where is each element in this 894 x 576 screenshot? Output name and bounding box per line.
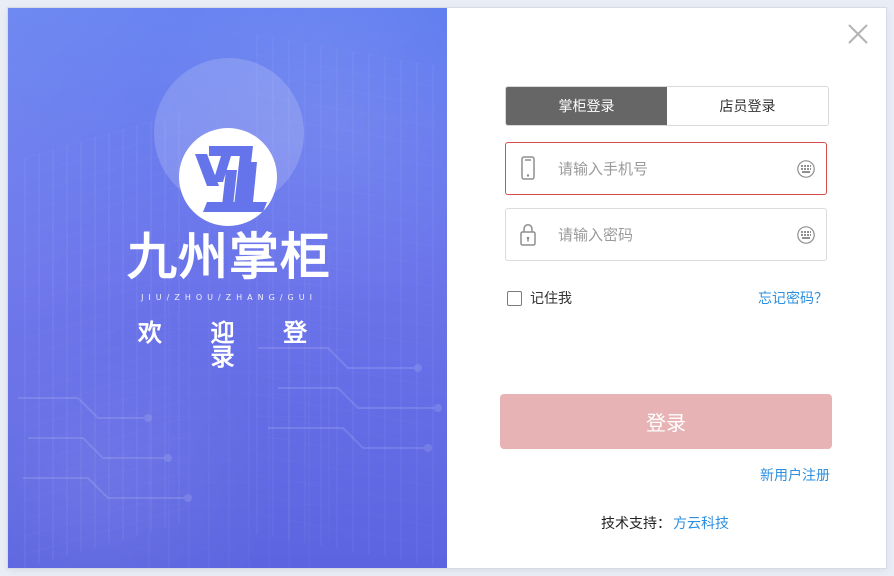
welcome-text: 欢 迎 登 录 bbox=[137, 320, 329, 371]
brand-subtitle: JIU/ZHOU/ZHANG/GUI bbox=[141, 293, 317, 302]
login-mode-tabs: 掌柜登录 店员登录 bbox=[505, 86, 829, 126]
forgot-password-link[interactable]: 忘记密码？ bbox=[758, 288, 828, 308]
circuit-pattern bbox=[18, 347, 442, 502]
register-link[interactable]: 新用户注册 bbox=[760, 465, 830, 485]
keyboard-icon[interactable] bbox=[796, 225, 816, 245]
tab-owner-login[interactable]: 掌柜登录 bbox=[506, 87, 667, 125]
password-field bbox=[505, 208, 827, 261]
keyboard-icon[interactable] bbox=[796, 159, 816, 179]
phone-field bbox=[505, 142, 827, 195]
support-label: 技术支持： bbox=[601, 516, 671, 532]
lock-icon bbox=[520, 224, 536, 246]
login-panel: 掌柜登录 店员登录 请输入手机号 记住我 忘记密码？ 登录 新用户注册 技术支持… bbox=[447, 8, 886, 568]
password-input[interactable] bbox=[558, 223, 782, 247]
remember-checkbox[interactable] bbox=[507, 290, 522, 306]
tab-staff-login[interactable]: 店员登录 bbox=[667, 87, 828, 125]
support-link[interactable]: 方云科技 bbox=[673, 513, 729, 533]
login-button[interactable]: 登录 bbox=[500, 394, 832, 449]
close-icon[interactable] bbox=[844, 20, 872, 48]
brand-panel: 九州掌柜 JIU/ZHOU/ZHANG/GUI 欢 迎 登 录 bbox=[8, 8, 447, 568]
remember-label: 记住我 bbox=[530, 291, 572, 307]
phone-input[interactable] bbox=[558, 157, 782, 181]
phone-icon bbox=[521, 156, 535, 180]
jiuzhou-logo-icon bbox=[179, 128, 277, 226]
login-window: 九州掌柜 JIU/ZHOU/ZHANG/GUI 欢 迎 登 录 掌柜登录 店员登… bbox=[8, 8, 886, 568]
brand-title: 九州掌柜 bbox=[127, 229, 331, 285]
support-footer: 技术支持： 方云科技 bbox=[601, 513, 729, 533]
remember-me[interactable]: 记住我 bbox=[507, 288, 572, 308]
